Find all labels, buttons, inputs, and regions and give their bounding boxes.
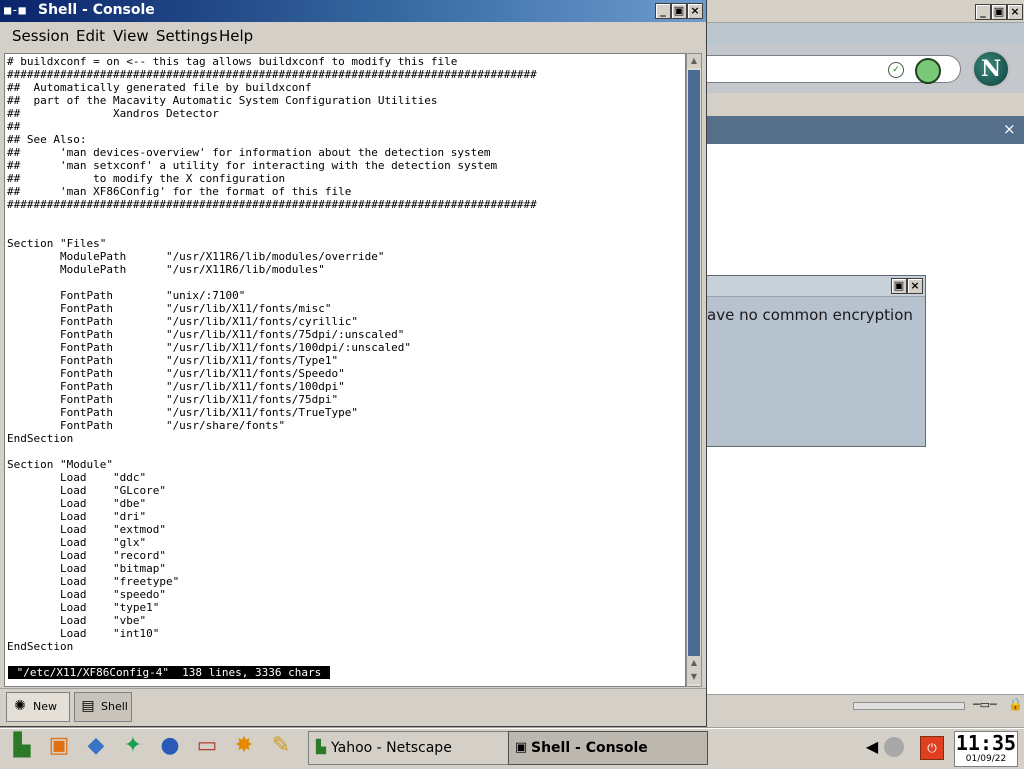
power-icon[interactable]: ⏻ — [920, 736, 944, 760]
task-shell-console[interactable]: ▣ Shell - Console — [508, 731, 708, 765]
check-icon[interactable]: ✓ — [888, 62, 904, 78]
task-label: Shell - Console — [531, 740, 648, 756]
connection-icon: ─▭─ — [973, 698, 997, 711]
netscape-titlebar[interactable]: _ ▣ × — [705, 0, 1024, 23]
netscape-statusbar: ─▭─ 🔒 — [705, 694, 1024, 717]
console-icon: ▣ — [514, 740, 528, 755]
menu-session[interactable]: Session — [12, 27, 69, 45]
clock[interactable]: 11:35 01/09/22 — [954, 731, 1018, 767]
dialog-titlebar[interactable]: ▣ × — [707, 276, 925, 297]
scroll-down-icon[interactable]: ▼ — [687, 670, 701, 684]
cube-icon[interactable]: ◆ — [80, 730, 112, 762]
tab-shell[interactable]: ▤ Shell — [74, 692, 132, 722]
scroll-up-icon[interactable]: ▲ — [687, 54, 701, 68]
window-menu-icon[interactable]: ■-■ — [4, 3, 34, 19]
menu-settings[interactable]: Settings — [156, 27, 218, 45]
minimize-icon[interactable]: _ — [655, 3, 671, 19]
dialog-close-icon[interactable]: × — [907, 278, 923, 294]
menu-help[interactable]: Help — [219, 27, 253, 45]
console-window: ■-■ Shell - Console _ ▣ × Session Edit V… — [0, 0, 707, 727]
sidebar-close-icon[interactable]: × — [1003, 120, 1016, 138]
tab-new[interactable]: ✺ New — [6, 692, 70, 722]
brush-icon[interactable]: ✎ — [265, 730, 297, 762]
progress-bar — [853, 702, 965, 710]
netscape-icon: ▙ — [316, 740, 326, 755]
volume-icon[interactable]: ◀ — [862, 737, 882, 757]
runner-icon[interactable]: ✦ — [117, 730, 149, 762]
netscape-menubar — [705, 23, 1024, 45]
sprinter-icon[interactable]: ✸ — [228, 730, 260, 762]
window-title: Shell - Console — [38, 2, 155, 18]
security-lock-icon[interactable]: 🔒 — [1008, 697, 1023, 711]
user-icon[interactable] — [884, 737, 904, 757]
terminal-scrollbar[interactable]: ▲ ▲ ▼ — [686, 53, 702, 687]
netscape-logo-icon[interactable]: N — [972, 50, 1010, 88]
terminal-text: # buildxconf = on <-- this tag allows bu… — [7, 55, 537, 653]
menubar — [0, 22, 706, 50]
security-dialog: ▣ × ave no common encryption — [706, 275, 926, 447]
close-icon[interactable]: × — [687, 3, 703, 19]
sidebar-header: × — [705, 116, 1024, 144]
search-go-icon[interactable] — [915, 58, 941, 84]
editor-status-line: "/etc/X11/XF86Config-4" 138 lines, 3336 … — [8, 666, 330, 679]
minimize-icon[interactable]: _ — [975, 4, 991, 20]
clock-date: 01/09/22 — [965, 754, 1007, 764]
restore-icon[interactable]: ▣ — [991, 4, 1007, 20]
new-session-icon: ✺ — [14, 698, 26, 714]
clock-time: 11:35 — [955, 731, 1017, 755]
lifejacket-icon[interactable]: ▣ — [43, 730, 75, 762]
task-label: Yahoo - Netscape — [331, 740, 452, 756]
tab-new-label: New — [33, 700, 57, 713]
dialog-message: ave no common encryption — [707, 306, 913, 324]
menu-view[interactable]: View — [113, 27, 149, 45]
tab-shell-label: Shell — [101, 700, 128, 713]
xandros-menu-icon[interactable]: ▙ — [6, 730, 38, 762]
maximize-icon[interactable]: ▣ — [671, 3, 687, 19]
menu-edit[interactable]: Edit — [76, 27, 105, 45]
task-yahoo-netscape[interactable]: ▙ Yahoo - Netscape — [308, 731, 510, 765]
scrollbar-thumb[interactable] — [688, 70, 700, 668]
console-titlebar[interactable]: ■-■ Shell - Console _ ▣ × — [0, 0, 706, 22]
shell-icon: ▤ — [81, 698, 95, 714]
close-icon[interactable]: × — [1007, 4, 1023, 20]
dialog-maximize-icon[interactable]: ▣ — [891, 278, 907, 294]
terminal-area[interactable]: # buildxconf = on <-- this tag allows bu… — [4, 53, 686, 687]
drive-icon[interactable]: ▭ — [191, 730, 223, 762]
scroll-up-small-icon[interactable]: ▲ — [687, 656, 701, 670]
globe-icon[interactable]: ● — [154, 730, 186, 762]
